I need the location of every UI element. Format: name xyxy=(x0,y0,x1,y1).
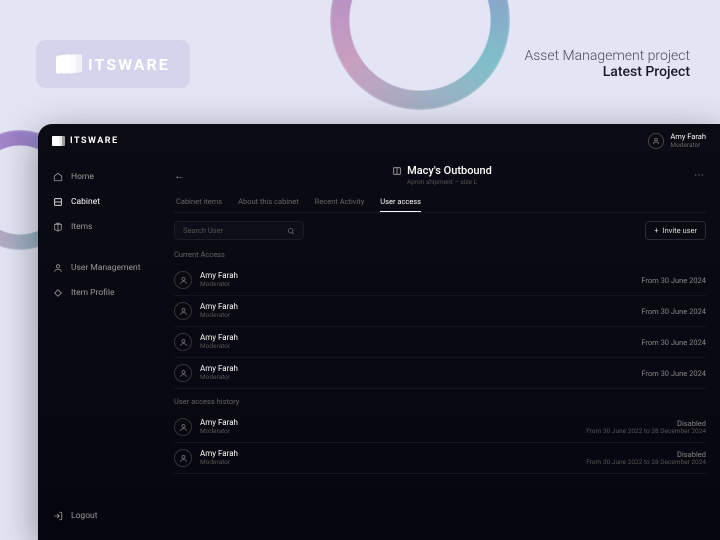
user-since: From 30 June 2024 xyxy=(641,276,706,285)
sidebar-item-home[interactable]: Home xyxy=(38,164,166,189)
user-history-row[interactable]: Amy FarahModeratorDisabledFrom 30 June 2… xyxy=(174,412,706,443)
cabinet-icon xyxy=(52,196,63,207)
user-role: Moderator xyxy=(200,281,641,289)
user-role: Moderator xyxy=(200,428,586,436)
sidebar-item-user-management[interactable]: User Management xyxy=(38,255,166,280)
brand-badge: ITSWARE xyxy=(36,40,190,88)
main-content: ← Macy's Outbound Apron shipment – size … xyxy=(166,158,720,540)
user-name: Amy Farah xyxy=(200,364,641,374)
current-user-role: Moderator xyxy=(670,142,706,149)
home-icon xyxy=(52,171,63,182)
search-input[interactable] xyxy=(183,226,287,235)
page-title: Macy's Outbound xyxy=(407,164,492,177)
sidebar-item-label: User Management xyxy=(71,263,140,273)
logout-icon xyxy=(52,510,63,521)
user-date-range: From 30 June 2022 to 28 December 2024 xyxy=(586,459,706,467)
user-name: Amy Farah xyxy=(200,333,641,343)
user-role: Moderator xyxy=(200,459,586,467)
page-subtitle: Apron shipment – size L xyxy=(190,178,694,186)
section-history: User access history xyxy=(174,397,706,406)
user-role: Moderator xyxy=(200,312,641,320)
sidebar: Home Cabinet Items User Management Item … xyxy=(38,158,166,540)
marketing-headline: Asset Management project Latest Project xyxy=(524,48,690,80)
sidebar-item-label: Home xyxy=(71,172,94,182)
user-name: Amy Farah xyxy=(200,271,641,281)
user-avatar-icon xyxy=(174,364,192,382)
sidebar-item-label: Items xyxy=(71,222,92,232)
user-since: From 30 June 2024 xyxy=(641,338,706,347)
app-logo-text: ITSWARE xyxy=(70,136,119,146)
user-date-range: From 30 June 2022 to 28 December 2024 xyxy=(586,428,706,436)
user-avatar-icon xyxy=(174,418,192,436)
user-row[interactable]: Amy FarahModeratorFrom 30 June 2024 xyxy=(174,327,706,358)
user-row[interactable]: Amy FarahModeratorFrom 30 June 2024 xyxy=(174,358,706,389)
user-row[interactable]: Amy FarahModeratorFrom 30 June 2024 xyxy=(174,296,706,327)
brand-logo-icon xyxy=(56,52,80,76)
decorative-ring-1 xyxy=(330,0,510,110)
more-menu-button[interactable]: ⋯ xyxy=(694,170,706,181)
headline-project-label: Latest Project xyxy=(524,64,690,80)
user-since: From 30 June 2024 xyxy=(641,369,706,378)
cabinet-page-icon xyxy=(392,166,402,176)
user-name: Amy Farah xyxy=(200,302,641,312)
user-since: From 30 June 2024 xyxy=(641,307,706,316)
user-avatar-icon xyxy=(648,133,664,149)
tab-user-access[interactable]: User access xyxy=(380,192,421,212)
user-history-row[interactable]: Amy FarahModeratorDisabledFrom 30 June 2… xyxy=(174,443,706,474)
app-logo: ITSWARE xyxy=(52,135,119,147)
app-window: ITSWARE Amy Farah Moderator Home Cabinet xyxy=(38,124,720,540)
back-button[interactable]: ← xyxy=(174,169,190,182)
user-avatar-icon xyxy=(174,271,192,289)
headline-project-type: Asset Management project xyxy=(524,48,690,64)
tag-icon xyxy=(52,287,63,298)
user-name: Amy Farah xyxy=(200,449,586,459)
sidebar-item-label: Logout xyxy=(71,511,98,521)
brand-name: ITSWARE xyxy=(88,55,170,74)
invite-user-button[interactable]: + Invite user xyxy=(645,221,706,240)
sidebar-item-cabinet[interactable]: Cabinet xyxy=(38,189,166,214)
user-role: Moderator xyxy=(200,343,641,351)
topbar: ITSWARE Amy Farah Moderator xyxy=(38,124,720,158)
app-logo-icon xyxy=(52,135,64,147)
user-avatar-icon xyxy=(174,449,192,467)
sidebar-item-items[interactable]: Items xyxy=(38,214,166,239)
user-avatar-icon xyxy=(174,302,192,320)
user-icon xyxy=(52,262,63,273)
tabs: Cabinet items About this cabinet Recent … xyxy=(174,192,706,213)
tab-recent-activity[interactable]: Recent Activity xyxy=(315,192,365,212)
user-row[interactable]: Amy FarahModeratorFrom 30 June 2024 xyxy=(174,265,706,296)
sidebar-item-logout[interactable]: Logout xyxy=(38,503,166,528)
sidebar-item-label: Cabinet xyxy=(71,197,100,207)
section-current-access: Current Access xyxy=(174,250,706,259)
sidebar-item-label: Item Profile xyxy=(71,288,114,298)
sidebar-item-item-profile[interactable]: Item Profile xyxy=(38,280,166,305)
plus-icon: + xyxy=(654,226,658,235)
search-icon xyxy=(287,227,295,235)
search-user-field[interactable] xyxy=(174,221,304,240)
tab-cabinet-items[interactable]: Cabinet items xyxy=(176,192,222,212)
user-name: Amy Farah xyxy=(200,418,586,428)
invite-label: Invite user xyxy=(663,226,697,235)
user-role: Moderator xyxy=(200,374,641,382)
user-avatar-icon xyxy=(174,333,192,351)
items-icon xyxy=(52,221,63,232)
current-user-badge[interactable]: Amy Farah Moderator xyxy=(648,133,706,149)
tab-about[interactable]: About this cabinet xyxy=(238,192,299,212)
